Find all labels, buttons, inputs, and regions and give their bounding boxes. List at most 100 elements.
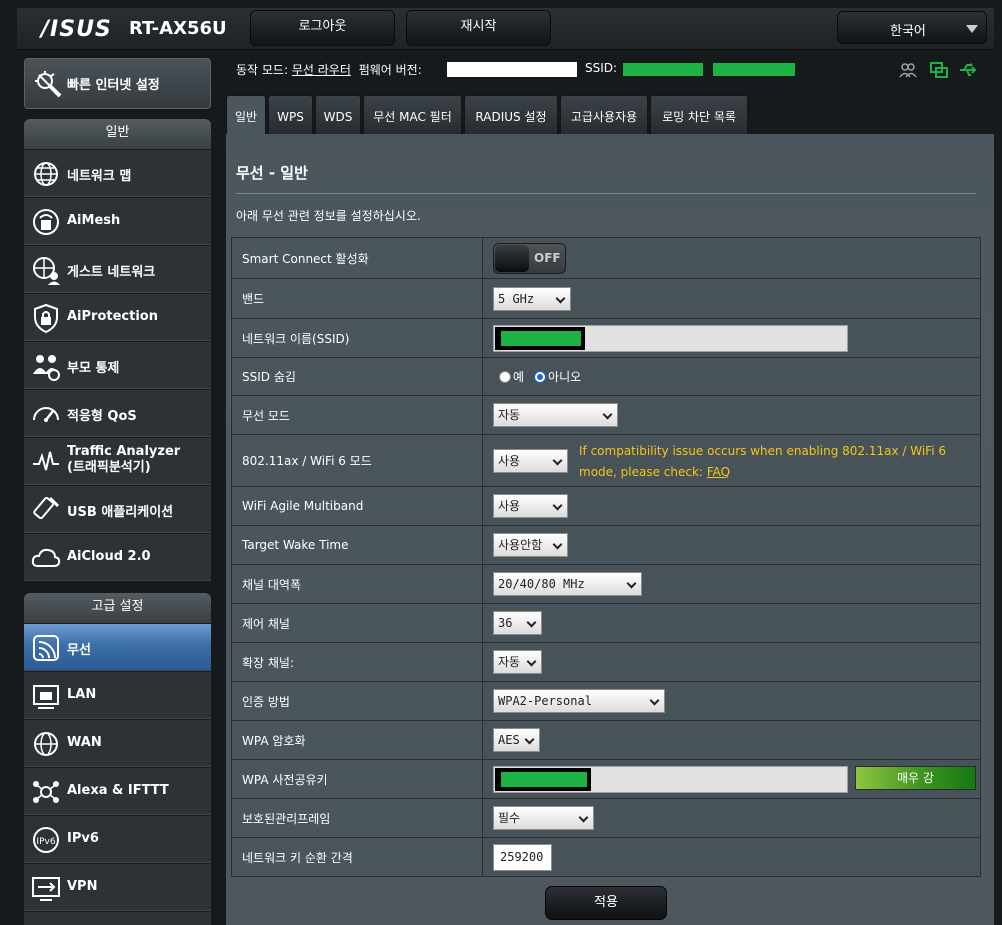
extension-channel-select[interactable]: 자동 (493, 650, 542, 674)
wireless-settings-form: Smart Connect 활성화 OFF 밴드 5 GHz 네트워크 이름(S… (231, 237, 981, 877)
sidebar-item-partial[interactable] (24, 911, 211, 925)
reboot-button[interactable]: 재시작 (406, 10, 551, 46)
sidebar-item-aiprotection[interactable]: AiProtection (24, 293, 211, 341)
wireless-icon (33, 635, 59, 661)
wand-icon (35, 71, 62, 98)
sidebar-item-label: LAN (67, 687, 97, 702)
sidebar-item-wireless[interactable]: 무선 (24, 623, 211, 671)
tab-radius[interactable]: RADIUS 설정 (464, 95, 558, 135)
language-value: 한국어 (890, 24, 926, 39)
tab-general[interactable]: 일반 (226, 95, 266, 135)
tab-wps[interactable]: WPS (268, 95, 313, 135)
tab-wds[interactable]: WDS (315, 95, 361, 135)
sidebar-item-lan[interactable]: LAN (24, 671, 211, 719)
key-rotation-label: 네트워크 키 순환 간격 (232, 838, 483, 876)
smart-home-icon (33, 781, 59, 803)
language-select[interactable]: 한국어 (837, 11, 987, 44)
hide-ssid-no-radio[interactable] (534, 370, 547, 383)
quick-internet-setup-button[interactable]: 빠른 인터넷 설정 (24, 58, 211, 109)
compatibility-warning: If compatibility issue occurs when enabl… (579, 441, 949, 483)
form-row: WPA 암호화 AES (232, 720, 980, 759)
ssid-redacted (495, 326, 585, 350)
sidebar-item-traffic-analyzer[interactable]: Traffic Analyzer (트래픽분석기) (24, 437, 211, 485)
tab-roaming-block[interactable]: 로밍 차단 목록 (650, 95, 748, 135)
advanced-nav: 무선 LAN WAN Alexa & IFTTT IPv6 IPv6 VPN (24, 623, 211, 925)
family-icon (33, 355, 60, 381)
control-channel-select[interactable]: 36 (493, 611, 542, 635)
logout-button[interactable]: 로그아웃 (250, 10, 395, 46)
sidebar-item-usb-application[interactable]: USB 애플리케이션 (24, 485, 211, 533)
form-row: 802.11ax / WiFi 6 모드 사용 If compatibility… (232, 434, 980, 486)
band-label: 밴드 (232, 279, 483, 318)
form-row: 채널 대역폭 20/40/80 MHz (232, 564, 980, 603)
key-rotation-input[interactable]: 259200 (493, 843, 552, 871)
tab-professional[interactable]: 고급사용자용 (560, 95, 648, 135)
faq-link[interactable]: FAQ (707, 465, 730, 479)
pulse-icon (33, 451, 59, 471)
status-line: 동작 모드: 무선 라우터 펌웨어 버전: (236, 61, 422, 78)
smart-connect-label: Smart Connect 활성화 (232, 238, 483, 278)
toggle-state: OFF (534, 250, 561, 265)
sidebar-item-aimesh[interactable]: AiMesh (24, 197, 211, 245)
form-row: 보호된관리프레임 필수 (232, 798, 980, 837)
sidebar-item-guest-network[interactable]: 게스트 네트워크 (24, 245, 211, 293)
asus-logo[interactable]: /ISUS (41, 17, 112, 42)
ax-mode-select[interactable]: 사용 (493, 448, 568, 473)
mode-link[interactable]: 무선 라우터 (292, 63, 351, 77)
pmf-select[interactable]: 필수 (493, 806, 594, 830)
globe-icon (34, 162, 58, 186)
ssid-field-label: 네트워크 이름(SSID) (232, 319, 483, 357)
sidebar-item-adaptive-qos[interactable]: 적응형 QoS (24, 389, 211, 437)
password-strength-meter: 매우 강 (855, 766, 976, 790)
vpn-icon (32, 877, 60, 901)
target-wake-time-select[interactable]: 사용안함 (493, 533, 568, 557)
form-row: Target Wake Time 사용안함 (232, 525, 980, 564)
sidebar-item-label: 무선 (67, 643, 91, 658)
sidebar-item-label: AiProtection (67, 309, 158, 324)
agile-multiband-select[interactable]: 사용 (493, 494, 568, 518)
hide-ssid-yes-radio[interactable] (499, 370, 511, 383)
control-channel-label: 제어 채널 (232, 604, 483, 642)
apply-button[interactable]: 적용 (545, 886, 667, 920)
smart-connect-toggle[interactable]: OFF (493, 242, 566, 274)
encryption-select[interactable]: AES (493, 728, 540, 752)
pmf-label: 보호된관리프레임 (232, 799, 483, 837)
form-row: SSID 숨김 예 아니오 (232, 357, 980, 395)
target-wake-time-label: Target Wake Time (232, 526, 483, 564)
title-divider (236, 193, 976, 194)
model-name: RT-AX56U (129, 18, 227, 39)
psk-label: WPA 사전공유키 (232, 760, 483, 798)
sidebar-item-network-map[interactable]: 네트워크 맵 (24, 149, 211, 197)
hide-ssid-no-label: 아니오 (548, 370, 582, 384)
form-row: WPA 사전공유키 매우 강 (232, 759, 980, 798)
sidebar-item-vpn[interactable]: VPN (24, 863, 211, 911)
bandwidth-select[interactable]: 20/40/80 MHz (493, 572, 642, 596)
sidebar-item-alexa-ifttt[interactable]: Alexa & IFTTT (24, 767, 211, 815)
sidebar-item-label: AiCloud 2.0 (67, 549, 151, 564)
sidebar-item-wan[interactable]: WAN (24, 719, 211, 767)
form-row: 무선 모드 자동 (232, 395, 980, 434)
speedometer-icon (33, 407, 59, 422)
band-select[interactable]: 5 GHz (493, 286, 571, 311)
sidebar-item-parental-control[interactable]: 부모 통제 (24, 341, 211, 389)
auth-method-label: 인증 방법 (232, 682, 483, 720)
psk-input[interactable] (493, 765, 848, 793)
sidebar-item-label: AiMesh (67, 213, 121, 228)
hide-ssid-label: SSID 숨김 (232, 358, 483, 395)
sidebar-item-ipv6[interactable]: IPv6 IPv6 (24, 815, 211, 863)
auth-method-select[interactable]: WPA2-Personal (493, 689, 665, 713)
form-row: 확장 채널: 자동 (232, 642, 980, 681)
wireless-mode-select[interactable]: 자동 (493, 403, 618, 427)
traffic-analyzer-sublabel: (트래픽분석기) (67, 460, 151, 475)
network-status-icon[interactable] (929, 60, 949, 80)
tab-mac-filter[interactable]: 무선 MAC 필터 (363, 95, 462, 135)
usb-status-icon[interactable] (958, 60, 978, 80)
guest-network-icon (33, 257, 60, 285)
firmware-version-redacted (447, 62, 577, 77)
clients-icon[interactable] (898, 60, 918, 80)
sidebar-item-aicloud[interactable]: AiCloud 2.0 (24, 533, 211, 581)
sidebar-item-label: Alexa & IFTTT (67, 783, 169, 798)
page-title: 무선 - 일반 (236, 164, 308, 182)
agile-multiband-label: WiFi Agile Multiband (232, 487, 483, 525)
ssid-input[interactable] (493, 324, 848, 352)
